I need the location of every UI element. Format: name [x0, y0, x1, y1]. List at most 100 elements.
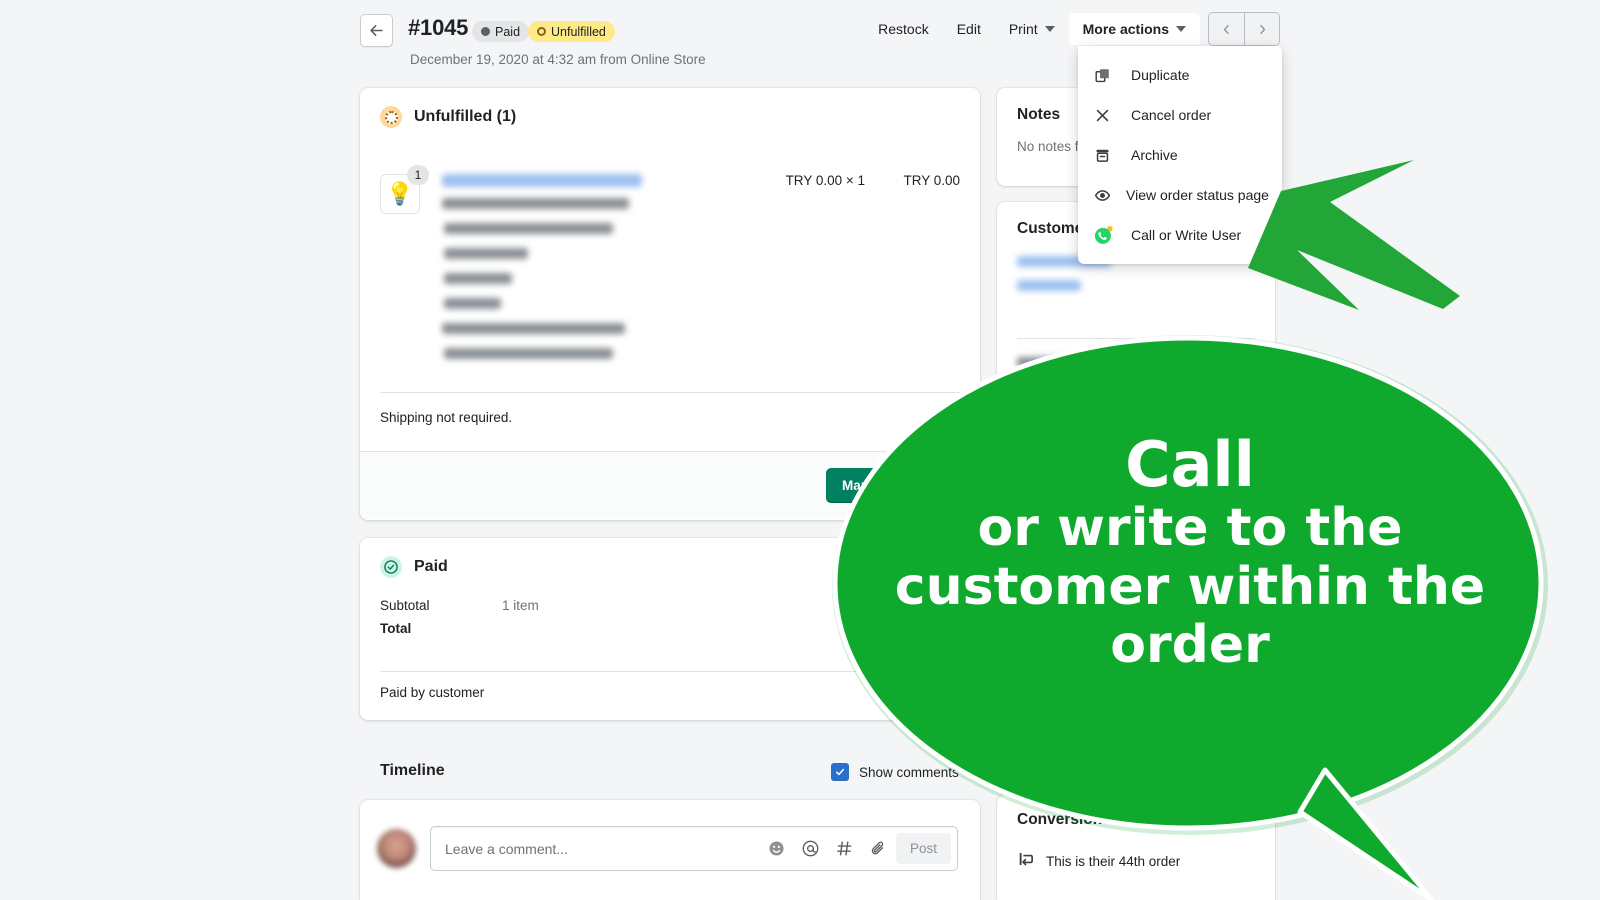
- next-order-button[interactable]: [1244, 12, 1280, 46]
- status-badge-unfulfilled: Unfulfilled: [528, 21, 615, 42]
- fulfillment-card: Unfulfilled (1) 💡 1 TRY 0.00 × 1 TRY 0.0…: [360, 88, 980, 520]
- contact-info-title-redacted: [1017, 357, 1159, 368]
- status-ring-icon: [537, 27, 546, 36]
- timeline-title: Timeline: [380, 762, 445, 779]
- status-dot-icon: [481, 27, 490, 36]
- returning-customer-icon: [1017, 850, 1035, 873]
- divider: [380, 671, 960, 672]
- more-actions-button[interactable]: More actions: [1068, 13, 1200, 45]
- post-comment-button[interactable]: Post: [895, 833, 951, 864]
- print-button-label: Print: [1008, 21, 1038, 37]
- chevron-left-icon: [1223, 24, 1229, 34]
- line-item-thumbnail-wrap: 💡 1: [380, 165, 429, 214]
- chevron-down-icon: [1044, 26, 1055, 32]
- duplicate-icon: [1094, 67, 1116, 84]
- checkbox-checked-icon[interactable]: [831, 763, 849, 781]
- paid-by-customer-label: Paid by customer: [380, 685, 485, 700]
- table-row: Subtotal 1 item: [380, 598, 960, 613]
- product-variant-redacted-6: [442, 323, 625, 334]
- restock-button[interactable]: Restock: [864, 13, 943, 45]
- show-comments-toggle[interactable]: Show comments: [831, 763, 959, 781]
- check-circle-icon: [384, 560, 398, 574]
- product-variant-redacted-3: [444, 248, 528, 259]
- show-comments-label: Show comments: [859, 764, 959, 780]
- mention-icon[interactable]: [794, 839, 828, 858]
- menu-item-view-order-status-page-label: View order status page: [1126, 187, 1269, 203]
- menu-item-duplicate[interactable]: Duplicate: [1078, 55, 1282, 95]
- line-item-details-redacted[interactable]: [442, 174, 786, 373]
- edit-contact-link[interactable]: Edit: [1234, 357, 1257, 372]
- callout-bubble-tail: [1297, 767, 1435, 900]
- conversion-title: Conversion summary: [1017, 811, 1176, 828]
- attachment-icon[interactable]: [862, 839, 896, 858]
- product-variant-redacted-4: [444, 273, 512, 284]
- status-badge-paid: Paid: [472, 21, 530, 42]
- payment-card: Paid Subtotal 1 item Total Paid by custo…: [360, 538, 980, 720]
- product-variant-redacted-7: [444, 348, 613, 359]
- edit-button[interactable]: Edit: [943, 13, 995, 45]
- arrow-left-icon: [370, 25, 383, 36]
- payment-status: Paid: [380, 556, 960, 578]
- customer-contact-block: No phone number: [1017, 357, 1255, 428]
- list-item: This is their 44th order: [1017, 850, 1255, 873]
- check-icon: [835, 768, 845, 776]
- menu-item-archive[interactable]: Archive: [1078, 135, 1282, 175]
- chevron-right-icon: [1259, 24, 1265, 34]
- previous-order-button[interactable]: [1208, 12, 1244, 46]
- fulfillment-status-label: Unfulfilled (1): [414, 108, 517, 125]
- order-pagination: [1208, 12, 1280, 46]
- menu-item-call-or-write-user[interactable]: Call or Write User: [1078, 215, 1282, 255]
- print-button[interactable]: Print: [995, 13, 1069, 45]
- archive-icon: [1094, 147, 1116, 164]
- payment-totals: Subtotal 1 item Total: [360, 586, 980, 636]
- line-item-unit-price: TRY 0.00 × 1: [785, 173, 865, 188]
- line-item-total: TRY 0.00: [903, 173, 960, 188]
- customer-order-count-redacted[interactable]: [1017, 280, 1081, 291]
- payment-status-label: Paid: [414, 558, 448, 575]
- no-phone-text: No phone number: [1017, 413, 1126, 428]
- payment-card-header: Paid: [360, 538, 980, 586]
- hashtag-icon[interactable]: [828, 839, 862, 858]
- order-detail-page: #1045 Paid Unfulfilled December 19, 2020…: [0, 0, 1600, 900]
- clipboard-icon[interactable]: [1238, 385, 1253, 407]
- customer-email-redacted[interactable]: [1017, 385, 1149, 396]
- menu-item-duplicate-label: Duplicate: [1131, 67, 1190, 83]
- conversion-card: Conversion summary This is their 44th or…: [997, 795, 1275, 900]
- status-badge-unfulfilled-label: Unfulfilled: [551, 24, 606, 39]
- back-button[interactable]: [360, 14, 393, 47]
- more-actions-label: More actions: [1082, 21, 1169, 37]
- divider: [1017, 338, 1255, 339]
- status-badge-paid-label: Paid: [495, 24, 521, 39]
- line-item: 💡 1 TRY 0.00 × 1 TRY 0.00: [360, 165, 980, 373]
- order-timestamp: December 19, 2020 at 4:32 am from Online…: [410, 52, 706, 67]
- product-variant-redacted-2: [444, 223, 613, 234]
- menu-item-view-order-status-page[interactable]: View order status page: [1078, 175, 1282, 215]
- close-x-icon: [1094, 107, 1116, 124]
- menu-item-cancel-order-label: Cancel order: [1131, 107, 1212, 123]
- mark-as-fulfilled-button[interactable]: Mark as fulfilled: [825, 468, 960, 503]
- fulfillment-status: Unfulfilled (1): [380, 106, 960, 128]
- menu-item-archive-label: Archive: [1131, 147, 1178, 163]
- whatsapp-icon: [1094, 225, 1116, 245]
- product-variant-redacted-1: [442, 198, 629, 209]
- conversion-card-body: Conversion summary This is their 44th or…: [997, 795, 1275, 873]
- page-title: #1045: [408, 15, 469, 40]
- line-item-quantity-badge: 1: [407, 165, 429, 185]
- product-name-redacted[interactable]: [442, 174, 642, 187]
- emoji-icon[interactable]: [760, 839, 794, 858]
- order-count-text: This is their 44th order: [1046, 854, 1181, 869]
- total-detail: [502, 621, 772, 636]
- paid-check-icon: [380, 556, 402, 578]
- menu-item-cancel-order[interactable]: Cancel order: [1078, 95, 1282, 135]
- total-label: Total: [380, 621, 412, 636]
- chevron-down-icon: [1176, 26, 1186, 32]
- table-row: Total: [380, 621, 960, 636]
- header-actions: Restock Edit Print More actions: [864, 12, 1280, 46]
- comment-input-box[interactable]: Leave a comment... Post: [430, 826, 958, 871]
- unfulfilled-icon: [380, 106, 402, 128]
- eye-icon: [1094, 187, 1111, 204]
- shipping-note: Shipping not required.: [380, 410, 513, 425]
- comment-input[interactable]: Leave a comment...: [431, 841, 760, 857]
- fulfillment-card-footer: Mark as fulfilled: [360, 452, 980, 519]
- subtotal-detail: 1 item: [502, 598, 539, 613]
